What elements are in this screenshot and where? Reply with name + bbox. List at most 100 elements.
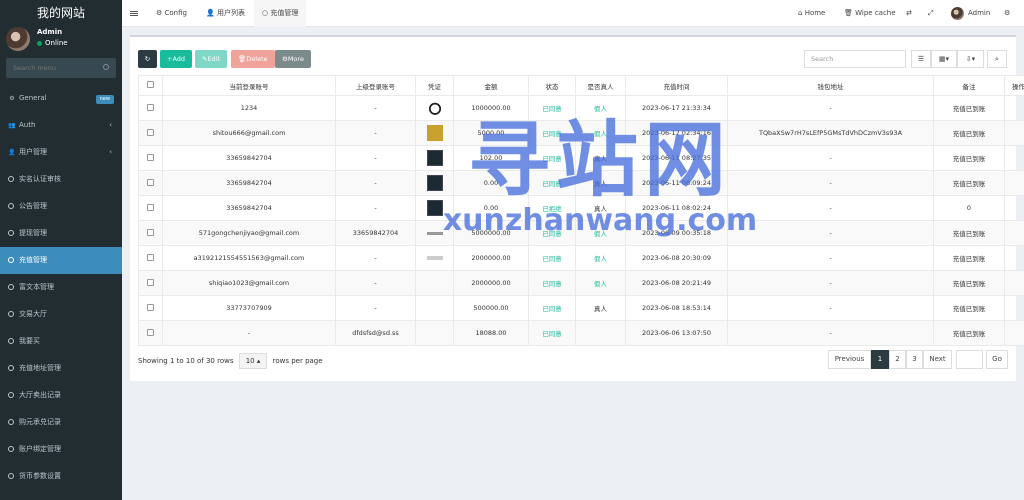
row-select-cell[interactable]	[138, 120, 163, 146]
previous-page-button[interactable]: Previous	[828, 350, 871, 369]
fullscreen-toggle[interactable]: ⤢	[928, 0, 934, 27]
edit-button[interactable]: ✎Edit	[195, 50, 228, 68]
tab-config[interactable]: ⚙ Config	[148, 0, 195, 27]
status-cell[interactable]: 已同意	[528, 95, 576, 121]
columns-button[interactable]: ▦▾	[931, 50, 957, 68]
row-checkbox[interactable]	[147, 103, 154, 111]
sidebar-item[interactable]: 👤 用户管理 ‹	[0, 139, 122, 166]
column-header[interactable]: 状态	[528, 75, 576, 96]
real-person-cell[interactable]: 假人	[575, 120, 626, 146]
sidebar-item[interactable]: 富文本管理	[0, 274, 122, 301]
column-header[interactable]: 是否真人	[575, 75, 626, 96]
control-sidebar-toggle[interactable]: ⚙	[1004, 0, 1010, 27]
page-button[interactable]: 3	[906, 350, 923, 369]
home-link[interactable]: ⌂ Home	[798, 0, 825, 27]
status-cell[interactable]: 已同意	[528, 170, 576, 196]
row-checkbox[interactable]	[147, 128, 154, 136]
status-cell[interactable]: 已同意	[528, 120, 576, 146]
add-button[interactable]: +Add	[160, 50, 193, 68]
row-select-cell[interactable]	[138, 170, 163, 196]
table-search-input[interactable]: Search	[804, 50, 906, 68]
row-checkbox[interactable]	[147, 228, 154, 236]
brand-title[interactable]: 我的网站	[0, 0, 122, 27]
row-checkbox[interactable]	[147, 303, 154, 311]
table-row[interactable]: 33659842704-0.00 已同意 真人 2023-06-11 08:09:24…	[138, 170, 1024, 196]
status-cell[interactable]: 已同意	[528, 320, 576, 346]
sidebar-item[interactable]: 货币参数设置	[0, 463, 122, 490]
status-cell[interactable]: 已同意	[528, 220, 576, 246]
column-header[interactable]: 凭证	[415, 75, 454, 96]
table-row[interactable]: a3192121554551563@gmail.com -2000000.00 已同…	[138, 245, 1024, 271]
row-select-cell[interactable]	[138, 245, 163, 271]
row-select-cell[interactable]	[138, 195, 163, 221]
search-icon[interactable]	[103, 64, 109, 70]
sidebar-item[interactable]: 👥 Auth ‹	[0, 112, 122, 139]
real-person-cell[interactable]	[575, 320, 626, 346]
table-row[interactable]: 33773707909-500000.00 已同意 真人 2023-06-08 18:…	[138, 295, 1024, 321]
tab-user-list[interactable]: 👤 用户列表	[198, 0, 253, 27]
row-checkbox[interactable]	[147, 153, 154, 161]
row-select-cell[interactable]	[138, 295, 163, 321]
column-header[interactable]: 备注	[933, 75, 1005, 96]
refresh-button[interactable]: ↻	[138, 50, 157, 68]
sidebar-item[interactable]: 大厅卖出记录	[0, 382, 122, 409]
table-row[interactable]: shitou666@gmail.com - 5000.00 已同意 假人 2023-06-…	[138, 120, 1024, 146]
column-header[interactable]: 当前登录账号	[162, 75, 336, 96]
row-select-cell[interactable]	[138, 270, 163, 296]
sidebar-item[interactable]: 充值管理	[0, 247, 122, 274]
page-button[interactable]: 1	[871, 350, 889, 369]
row-checkbox[interactable]	[147, 328, 154, 336]
toggle-view-button[interactable]: ☰	[911, 50, 931, 68]
status-cell[interactable]: 已同意	[528, 270, 576, 296]
page-button[interactable]: 2	[889, 350, 906, 369]
wipe-cache-link[interactable]: 🗑 Wipe cache	[844, 0, 896, 27]
voucher-thumbnail[interactable]	[426, 256, 443, 260]
voucher-thumbnail[interactable]	[426, 175, 443, 191]
table-row[interactable]: shiqiao1023@gmail.com -2000000.00 已同意 假人 202…	[138, 270, 1024, 296]
table-row[interactable]: 33659842704-0.00 已拒绝 真人 2023-06-11 08:02:24…	[138, 195, 1024, 221]
table-row[interactable]: - dfdsfsd@sd.ss 18088.00 已同意 2023-06-06 13:0…	[138, 320, 1024, 346]
delete-button[interactable]: 🗑Delete	[231, 50, 275, 68]
search-toggle-button[interactable]: ⌕	[987, 50, 1007, 68]
status-cell[interactable]: 已拒绝	[528, 195, 576, 221]
real-person-cell[interactable]: 假人	[575, 220, 626, 246]
table-row[interactable]: 1234-1000000.00 已同意 假人 2023-06-17 21:33:34-…	[138, 95, 1024, 121]
menu-search-input[interactable]	[6, 58, 116, 78]
column-header[interactable]: 充值时间	[625, 75, 728, 96]
admin-menu[interactable]: Admin	[951, 0, 990, 27]
voucher-thumbnail[interactable]	[426, 100, 443, 116]
sidebar-item[interactable]: 公告管理	[0, 193, 122, 220]
table-row[interactable]: 571gongchenjiyao@gmail.com 33659842704 500…	[138, 220, 1024, 246]
table-row[interactable]: 33659842704-102.00 已同意 真人 2023-06-11 08:27:…	[138, 145, 1024, 171]
real-person-cell[interactable]: 真人	[575, 145, 626, 171]
real-person-cell[interactable]: 真人	[575, 295, 626, 321]
row-checkbox[interactable]	[147, 203, 154, 211]
status-cell[interactable]: 已同意	[528, 145, 576, 171]
voucher-thumbnail[interactable]	[426, 125, 443, 141]
real-person-cell[interactable]: 真人	[575, 170, 626, 196]
voucher-thumbnail[interactable]	[426, 200, 443, 216]
row-checkbox[interactable]	[147, 178, 154, 186]
sidebar-item[interactable]: 提现管理	[0, 220, 122, 247]
language-toggle[interactable]: ⇄	[906, 0, 912, 27]
sidebar-item[interactable]: 交易大厅	[0, 301, 122, 328]
column-header[interactable]: 钱包地址	[727, 75, 934, 96]
select-all-checkbox[interactable]	[147, 81, 154, 88]
row-select-cell[interactable]	[138, 320, 163, 346]
row-checkbox[interactable]	[147, 253, 154, 261]
sidebar-item[interactable]: 购元承兑记录	[0, 409, 122, 436]
sidebar-item[interactable]: ⚙ General new	[0, 85, 122, 112]
real-person-cell[interactable]: 假人	[575, 95, 626, 121]
go-button[interactable]: Go	[986, 350, 1008, 369]
sidebar-item[interactable]: 账户绑定管理	[0, 436, 122, 463]
page-size-select[interactable]: 10 ▴	[238, 353, 268, 369]
sidebar-item[interactable]: 实名认证审核	[0, 166, 122, 193]
sidebar-item[interactable]: 充值地址管理	[0, 355, 122, 382]
row-select-cell[interactable]	[138, 95, 163, 121]
column-header[interactable]: 操作	[1004, 75, 1024, 96]
voucher-thumbnail[interactable]	[426, 150, 443, 166]
status-cell[interactable]: 已同意	[528, 295, 576, 321]
column-header[interactable]: 金额	[453, 75, 529, 96]
tab-recharge[interactable]: ○ 充值管理	[254, 0, 307, 27]
export-button[interactable]: ⇩▾	[957, 50, 984, 68]
